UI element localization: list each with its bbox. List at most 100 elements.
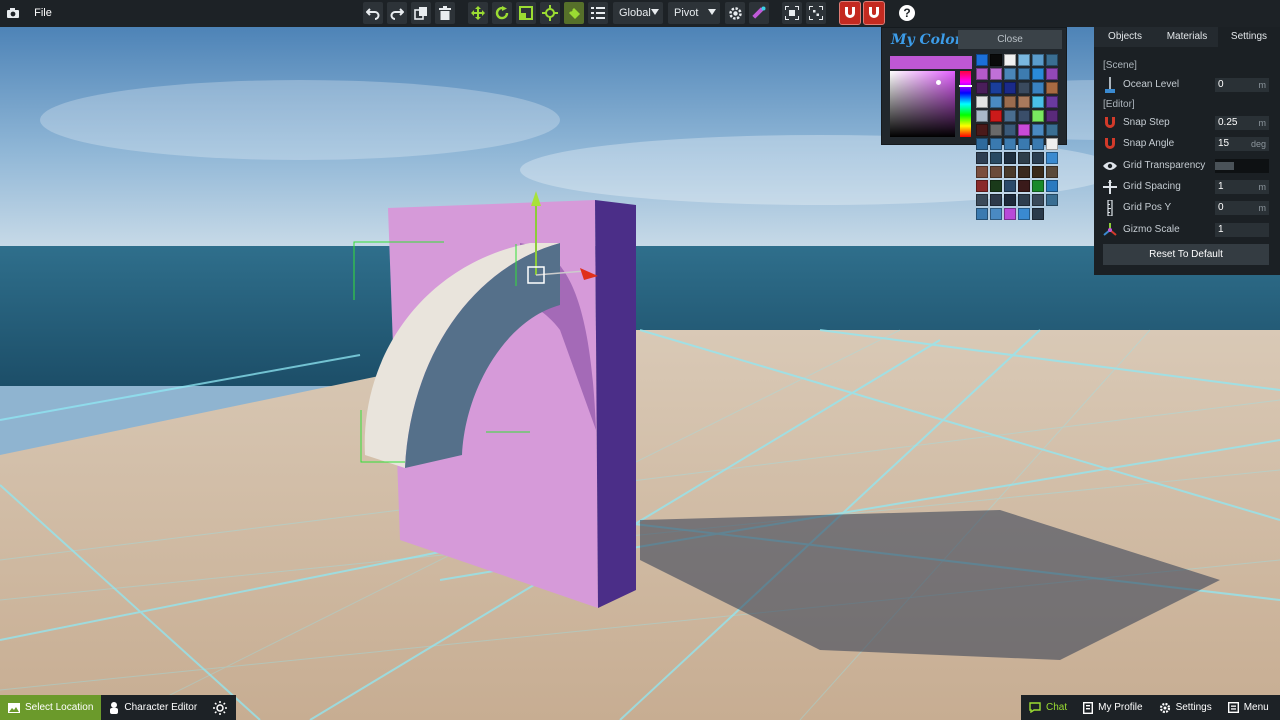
tab-materials[interactable]: Materials — [1156, 27, 1218, 47]
color-swatch[interactable] — [1032, 152, 1044, 164]
color-swatch[interactable] — [1018, 208, 1030, 220]
ocean-level-input[interactable]: 0m — [1215, 78, 1269, 92]
color-swatch[interactable] — [1032, 166, 1044, 178]
color-swatch[interactable] — [1032, 110, 1044, 122]
list-icon[interactable] — [588, 2, 608, 24]
color-swatch[interactable] — [1004, 166, 1016, 178]
color-swatch[interactable] — [1046, 110, 1058, 122]
color-swatch[interactable] — [1018, 194, 1030, 206]
color-swatch[interactable] — [976, 96, 988, 108]
select-location-button[interactable]: Select Location — [0, 695, 102, 720]
picker-handle[interactable] — [936, 80, 941, 85]
snap-magnet-icon[interactable] — [839, 1, 861, 25]
color-picker-icon[interactable] — [749, 2, 769, 24]
color-swatch[interactable] — [990, 152, 1002, 164]
color-swatch[interactable] — [1032, 180, 1044, 192]
color-swatch[interactable] — [976, 194, 988, 206]
color-swatch[interactable] — [1018, 82, 1030, 94]
color-swatch[interactable] — [1046, 194, 1058, 206]
grid-spacing-input[interactable]: 1m — [1215, 180, 1269, 194]
color-swatch[interactable] — [1004, 138, 1016, 150]
color-swatch[interactable] — [1046, 152, 1058, 164]
color-swatch[interactable] — [976, 152, 988, 164]
color-swatch[interactable] — [990, 110, 1002, 122]
color-swatch[interactable] — [990, 68, 1002, 80]
color-swatch[interactable] — [1004, 110, 1016, 122]
hue-slider[interactable] — [959, 71, 972, 137]
hue-slider-handle[interactable] — [959, 85, 972, 87]
reset-to-default-button[interactable]: Reset To Default — [1103, 244, 1269, 265]
close-colors-button[interactable]: Close — [958, 30, 1062, 49]
scale-tool-icon[interactable] — [516, 2, 536, 24]
chat-button[interactable]: Chat — [1021, 695, 1075, 720]
color-swatch[interactable] — [1032, 82, 1044, 94]
color-swatch[interactable] — [976, 82, 988, 94]
color-swatch[interactable] — [1018, 96, 1030, 108]
color-swatch[interactable] — [990, 138, 1002, 150]
color-swatch[interactable] — [1046, 138, 1058, 150]
color-swatch[interactable] — [990, 166, 1002, 178]
grid-transparency-slider[interactable] — [1215, 159, 1269, 173]
color-swatch[interactable] — [990, 194, 1002, 206]
angle-snap-magnet-icon[interactable] — [863, 1, 885, 25]
color-swatch[interactable] — [990, 124, 1002, 136]
snap-angle-input[interactable]: 15 deg — [1215, 137, 1269, 151]
color-swatch[interactable] — [1046, 82, 1058, 94]
color-swatch[interactable] — [1004, 180, 1016, 192]
color-swatch[interactable] — [1046, 96, 1058, 108]
redo-icon[interactable] — [387, 2, 407, 24]
color-swatch[interactable] — [1032, 54, 1044, 66]
focus-selection-icon[interactable] — [782, 2, 802, 24]
color-swatch[interactable] — [1004, 124, 1016, 136]
snap-step-input[interactable]: 0.25 m — [1215, 116, 1269, 130]
settings-button[interactable]: Settings — [1151, 695, 1220, 720]
color-swatch[interactable] — [1032, 124, 1044, 136]
coord-space-dropdown[interactable]: Global — [613, 2, 663, 24]
color-swatch[interactable] — [1032, 138, 1044, 150]
color-swatch[interactable] — [1004, 152, 1016, 164]
paint-tool-icon[interactable] — [564, 2, 584, 24]
color-swatch[interactable] — [1018, 152, 1030, 164]
color-swatch[interactable] — [1046, 68, 1058, 80]
undo-icon[interactable] — [363, 2, 383, 24]
menu-button[interactable]: Menu — [1220, 695, 1277, 720]
color-swatch[interactable] — [1032, 96, 1044, 108]
color-swatch[interactable] — [1032, 194, 1044, 206]
color-swatch[interactable] — [1046, 180, 1058, 192]
file-menu[interactable]: File — [28, 2, 58, 24]
color-swatch[interactable] — [1004, 194, 1016, 206]
color-swatch[interactable] — [1046, 166, 1058, 178]
color-swatch[interactable] — [990, 208, 1002, 220]
color-swatch[interactable] — [976, 124, 988, 136]
character-editor-button[interactable]: Character Editor — [101, 695, 205, 720]
color-swatch[interactable] — [1004, 96, 1016, 108]
gear-settings-icon[interactable] — [725, 2, 745, 24]
color-swatch[interactable] — [976, 68, 988, 80]
color-swatch[interactable] — [1018, 180, 1030, 192]
color-swatch[interactable] — [976, 138, 988, 150]
sun-lighting-button[interactable] — [205, 695, 235, 720]
color-swatch[interactable] — [1018, 54, 1030, 66]
frame-all-icon[interactable] — [806, 2, 826, 24]
color-swatch[interactable] — [1032, 68, 1044, 80]
color-swatch[interactable] — [976, 208, 988, 220]
camera-icon[interactable] — [3, 2, 23, 24]
color-swatch[interactable] — [976, 166, 988, 178]
tab-settings[interactable]: Settings — [1218, 27, 1280, 47]
color-swatch[interactable] — [1018, 138, 1030, 150]
saturation-value-picker[interactable] — [890, 71, 955, 137]
color-swatch[interactable] — [1018, 68, 1030, 80]
color-swatch[interactable] — [976, 54, 988, 66]
color-swatch[interactable] — [976, 110, 988, 122]
color-swatch[interactable] — [976, 180, 988, 192]
color-swatch[interactable] — [1018, 110, 1030, 122]
color-swatch[interactable] — [1004, 68, 1016, 80]
duplicate-icon[interactable] — [411, 2, 431, 24]
universal-tool-icon[interactable] — [540, 2, 560, 24]
color-swatch[interactable] — [1018, 124, 1030, 136]
gizmo-scale-input[interactable]: 1 — [1215, 223, 1269, 237]
color-swatch[interactable] — [990, 96, 1002, 108]
rotate-tool-icon[interactable] — [492, 2, 512, 24]
color-swatch[interactable] — [1046, 124, 1058, 136]
color-swatch[interactable] — [1004, 208, 1016, 220]
